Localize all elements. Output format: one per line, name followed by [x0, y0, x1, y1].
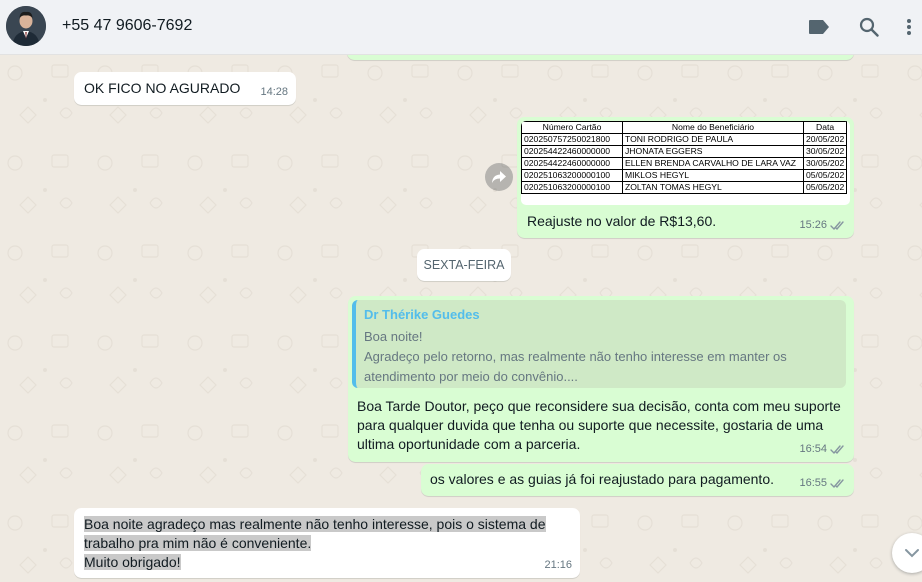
- contact-name[interactable]: +55 47 9606-7692: [62, 17, 192, 35]
- quoted-author: Dr Thérike Guedes: [364, 307, 480, 322]
- table-cell: 30/05/202: [802, 157, 848, 170]
- message-text-line: Boa noite agradeço mas realmente não ten…: [84, 516, 546, 532]
- message-text-line: ultima oportunidade com a parceria.: [357, 436, 581, 452]
- table-row: 020254422460000000 ELLEN BRENDA CARVALHO…: [521, 157, 848, 170]
- message-text-line: trabalho pra mim não é conveniente.: [84, 535, 312, 551]
- previous-message-bubble[interactable]: [347, 55, 854, 60]
- table-cell: 20/05/202: [802, 133, 848, 146]
- message-time: 15:26: [799, 219, 827, 231]
- table-cell: 05/05/202: [802, 169, 848, 182]
- message-text: os valores e as guias já foi reajustado …: [430, 471, 774, 487]
- beneficiary-table-image[interactable]: Número Cartão Nome do Beneficiário Data …: [521, 121, 850, 205]
- message-time-wrap: 16:54: [799, 440, 846, 459]
- table-header: Número Cartão: [521, 121, 623, 134]
- outgoing-reply-message[interactable]: Dr Thérike Guedes Boa noite! Agradeço pe…: [348, 296, 854, 462]
- table-cell: 05/05/202: [802, 181, 848, 194]
- beneficiary-table: Número Cartão Nome do Beneficiário Data …: [521, 121, 848, 194]
- table-cell: 020254422460000000: [521, 157, 623, 170]
- table-header: Nome do Beneficiário: [622, 121, 804, 134]
- table-cell: ELLEN BRENDA CARVALHO DE LARA VAZ: [622, 157, 804, 170]
- table-cell: 30/05/202: [802, 145, 848, 158]
- chat-header: +55 47 9606-7692: [0, 0, 922, 55]
- chevron-down-icon: [905, 549, 919, 558]
- double-check-icon: [830, 479, 844, 489]
- message-time: 16:54: [799, 443, 827, 455]
- date-divider: SEXTA-FEIRA: [417, 249, 511, 281]
- table-cell: 020251063200000100: [521, 169, 623, 182]
- image-caption: Reajuste no valor de R$13,60.: [527, 213, 717, 229]
- message-text: Boa Tarde Doutor, peço que reconsidere s…: [357, 397, 841, 454]
- table-row: 020254422460000000 JHONATA EGGERS 30/05/…: [521, 145, 848, 158]
- table-cell: TONI RODRIGO DE PAULA: [622, 133, 804, 146]
- table-cell: ZOLTAN TOMAS HEGYL: [622, 181, 804, 194]
- table-row: 020250757250021800 TONI RODRIGO DE PAULA…: [521, 133, 848, 146]
- message-time-wrap: 16:55: [799, 474, 846, 493]
- message-time-wrap: 15:26: [799, 216, 846, 235]
- contact-avatar[interactable]: [6, 6, 46, 46]
- table-header: Data: [802, 121, 848, 134]
- outgoing-message[interactable]: os valores e as guias já foi reajustado …: [421, 464, 854, 496]
- quoted-text-line: Agradeço pelo retorno, mas realmente não…: [364, 349, 787, 364]
- incoming-message[interactable]: OK FICO NO AGURADO 14:28: [74, 72, 296, 105]
- quoted-text-line: atendimento por meio do convênio....: [364, 369, 578, 384]
- incoming-message[interactable]: Boa noite agradeço mas realmente não ten…: [74, 508, 580, 578]
- quoted-message[interactable]: Dr Thérike Guedes Boa noite! Agradeço pe…: [352, 300, 846, 388]
- table-cell: MIKLOS HEGYL: [622, 169, 804, 182]
- search-icon[interactable]: [856, 14, 882, 40]
- label-icon[interactable]: [806, 14, 832, 40]
- table-row: 020251063200000100 ZOLTAN TOMAS HEGYL 05…: [521, 181, 848, 194]
- table-header-row: Número Cartão Nome do Beneficiário Data: [521, 121, 848, 134]
- avatar-photo: [6, 6, 46, 46]
- message-time: 21:16: [544, 559, 572, 571]
- double-check-icon: [830, 221, 844, 231]
- menu-dots-icon[interactable]: [896, 14, 922, 40]
- table-cell: JHONATA EGGERS: [622, 145, 804, 158]
- quoted-text-line: Boa noite!: [364, 329, 423, 344]
- table-cell: 020254422460000000: [521, 145, 623, 158]
- message-time: 16:55: [799, 477, 827, 489]
- conversation-panel[interactable]: OK FICO NO AGURADO 14:28 Número Cartão N…: [0, 55, 922, 582]
- table-row: 020251063200000100 MIKLOS HEGYL 05/05/20…: [521, 169, 848, 182]
- message-text-line: Boa Tarde Doutor, peço que reconsidere s…: [357, 398, 841, 414]
- message-text-line: Muito obrigado!: [84, 554, 181, 570]
- message-text: OK FICO NO AGURADO: [84, 80, 241, 96]
- message-text-line: para qualquer duvida que tenha ou suport…: [357, 417, 824, 433]
- forward-icon[interactable]: [485, 163, 513, 191]
- double-check-icon: [830, 445, 844, 455]
- table-cell: 020251063200000100: [521, 181, 623, 194]
- outgoing-image-message[interactable]: Número Cartão Nome do Beneficiário Data …: [517, 117, 854, 238]
- table-cell: 020250757250021800: [521, 133, 623, 146]
- message-time: 14:28: [260, 86, 288, 98]
- message-text: Boa noite agradeço mas realmente não ten…: [84, 515, 546, 572]
